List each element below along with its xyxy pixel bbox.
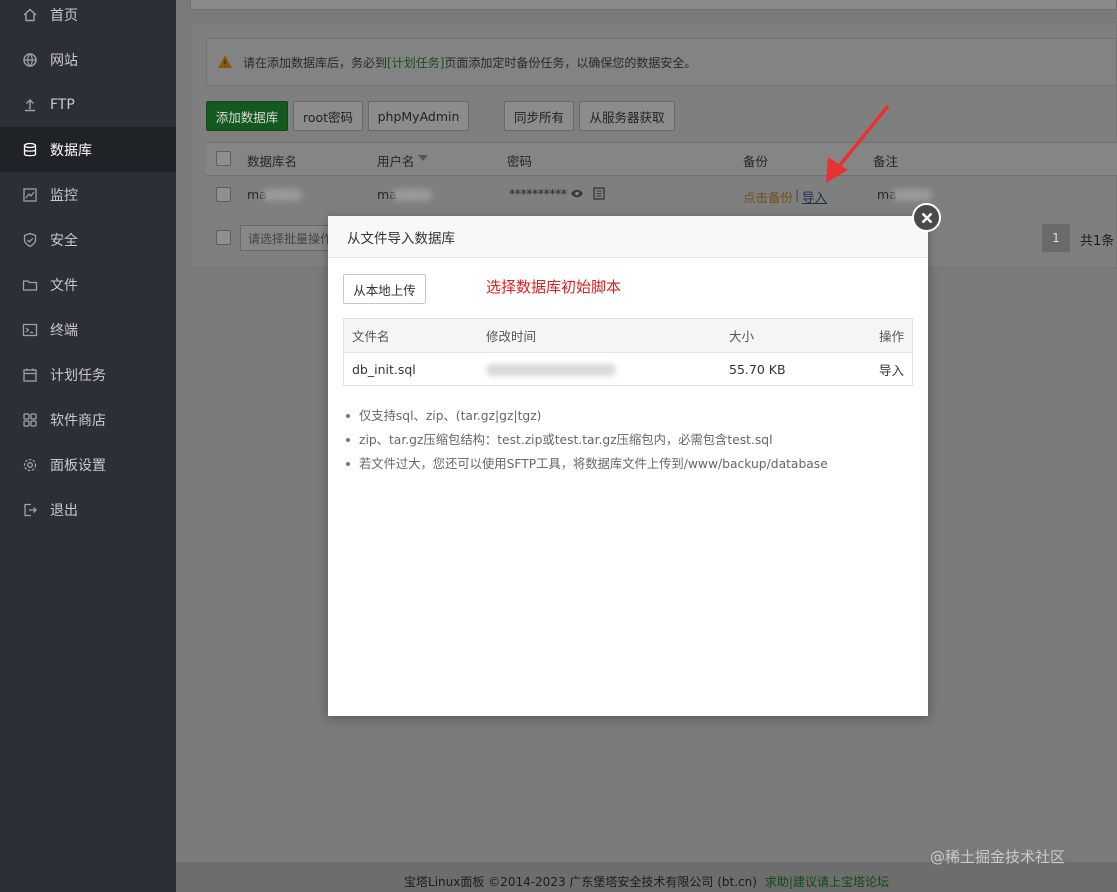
sidebar-item-label: 数据库 — [50, 142, 92, 159]
file-size: 55.70 KB — [729, 362, 786, 377]
file-table: 文件名 修改时间 大小 操作 db_init.sql 55.70 KB 导入 — [343, 318, 913, 386]
cron-link[interactable]: [计划任务] — [387, 54, 444, 71]
page-number-current[interactable]: 1 — [1042, 224, 1070, 252]
row-checkbox[interactable] — [216, 187, 231, 202]
redaction-blur — [486, 364, 616, 376]
header-filename: 文件名 — [352, 329, 390, 344]
sidebar-item-home[interactable]: 首页 — [0, 0, 176, 37]
import-modal: 从文件导入数据库 从本地上传 选择数据库初始脚本 文件名 修改时间 大小 操作 … — [328, 216, 928, 716]
warning-banner: 请在添加数据库后，务必到 [计划任务] 页面添加定时备份任务，以确保您的数据安全。 — [206, 38, 1117, 86]
sidebar-item-label: 文件 — [50, 277, 78, 294]
password-value: ********** — [509, 186, 567, 201]
watermark: @稀土掘金技术社区 — [930, 848, 1066, 866]
footer-copyright: 宝塔Linux面板 ©2014-2023 广东堡塔安全技术有限公司 (bt.cn… — [404, 875, 757, 889]
sidebar-item-security[interactable]: 安全 — [0, 217, 176, 262]
sidebar: 首页 网站 FTP 数据库 监控 安全 文件 终端 计划任务 软件商店 面板设置 — [0, 0, 176, 892]
pager-total: 共1条 — [1080, 234, 1115, 249]
sidebar-item-files[interactable]: 文件 — [0, 262, 176, 307]
grid-icon — [22, 412, 38, 428]
sidebar-item-label: 首页 — [50, 7, 78, 24]
sync-all-button[interactable]: 同步所有 — [504, 101, 574, 131]
list-item: zip、tar.gz压缩包结构：test.zip或test.tar.gz压缩包内… — [343, 428, 913, 452]
header-action: 操作 — [878, 329, 904, 344]
shield-icon — [22, 232, 38, 248]
file-table-header: 文件名 修改时间 大小 操作 — [344, 319, 912, 353]
backup-link[interactable]: 点击备份 — [743, 187, 793, 206]
sidebar-item-label: 网站 — [50, 52, 78, 69]
sidebar-item-label: 软件商店 — [50, 412, 106, 429]
warning-text-after: 页面添加定时备份任务，以确保您的数据安全。 — [444, 55, 697, 70]
sort-caret-icon[interactable] — [418, 155, 428, 161]
file-row: db_init.sql 55.70 KB 导入 — [344, 353, 912, 386]
header-password: 密码 — [507, 154, 533, 169]
root-password-button[interactable]: root密码 — [293, 101, 363, 131]
sidebar-item-label: FTP — [50, 96, 75, 113]
fetch-from-server-button[interactable]: 从服务器获取 — [579, 101, 675, 131]
notes-list: 仅支持sql、zip、(tar.gz|gz|tgz) zip、tar.gz压缩包… — [343, 404, 913, 476]
monitor-icon — [22, 187, 38, 203]
db-table-header — [206, 142, 1117, 176]
sidebar-item-label: 终端 — [50, 322, 78, 339]
file-import-link[interactable]: 导入 — [879, 353, 904, 386]
logout-icon — [22, 502, 38, 518]
separator: | — [795, 187, 800, 202]
upload-local-button[interactable]: 从本地上传 — [343, 274, 426, 304]
close-modal-button[interactable] — [912, 203, 941, 232]
sidebar-item-store[interactable]: 软件商店 — [0, 397, 176, 442]
redaction-blur — [262, 189, 302, 201]
batch-operation-select[interactable]: 请选择批量操作 — [240, 225, 340, 251]
file-name: db_init.sql — [352, 362, 416, 377]
sidebar-item-settings[interactable]: 面板设置 — [0, 442, 176, 487]
sidebar-item-label: 面板设置 — [50, 457, 106, 474]
copy-icon[interactable] — [593, 187, 605, 200]
calendar-icon — [22, 367, 38, 383]
import-link[interactable]: 导入 — [802, 187, 827, 206]
redaction-blur — [392, 189, 432, 201]
sidebar-item-label: 监控 — [50, 187, 78, 204]
header-size: 大小 — [729, 329, 755, 344]
header-username[interactable]: 用户名 — [377, 151, 415, 170]
add-database-button[interactable]: 添加数据库 — [206, 101, 288, 131]
forum-link[interactable]: 求助|建议请上宝塔论坛 — [765, 873, 889, 890]
sidebar-item-cron[interactable]: 计划任务 — [0, 352, 176, 397]
phpmyadmin-button[interactable]: phpMyAdmin — [368, 101, 469, 131]
eye-icon[interactable] — [570, 188, 584, 199]
home-icon — [22, 7, 38, 23]
upload-icon — [22, 97, 38, 113]
sidebar-item-label: 安全 — [50, 232, 78, 249]
sidebar-item-label: 计划任务 — [50, 367, 106, 384]
hint-text: 选择数据库初始脚本 — [486, 278, 622, 296]
sidebar-item-ftp[interactable]: FTP — [0, 82, 176, 127]
sidebar-item-label: 退出 — [50, 502, 78, 519]
database-icon — [22, 142, 38, 158]
folder-icon — [22, 277, 38, 293]
close-icon — [921, 212, 932, 223]
warning-icon — [218, 55, 232, 68]
header-note: 备注 — [873, 154, 899, 169]
warning-text-before: 请在添加数据库后，务必到 — [243, 55, 388, 70]
globe-icon — [22, 52, 38, 68]
list-item: 仅支持sql、zip、(tar.gz|gz|tgz) — [343, 404, 913, 428]
sidebar-item-logout[interactable]: 退出 — [0, 487, 176, 532]
sidebar-item-website[interactable]: 网站 — [0, 37, 176, 82]
list-item: 若文件过大，您还可以使用SFTP工具，将数据库文件上传到/www/backup/… — [343, 452, 913, 476]
terminal-icon — [22, 322, 38, 338]
batch-checkbox[interactable] — [216, 230, 231, 245]
sidebar-item-database[interactable]: 数据库 — [0, 127, 176, 172]
redaction-blur — [892, 189, 932, 201]
header-db-name: 数据库名 — [247, 154, 298, 169]
settings-icon — [22, 457, 38, 473]
sidebar-item-monitor[interactable]: 监控 — [0, 172, 176, 217]
header-mtime: 修改时间 — [486, 329, 537, 344]
sidebar-item-terminal[interactable]: 终端 — [0, 307, 176, 352]
header-backup: 备份 — [743, 154, 769, 169]
modal-title: 从文件导入数据库 — [328, 216, 928, 258]
top-card — [190, 0, 1117, 10]
select-all-checkbox[interactable] — [216, 151, 231, 166]
